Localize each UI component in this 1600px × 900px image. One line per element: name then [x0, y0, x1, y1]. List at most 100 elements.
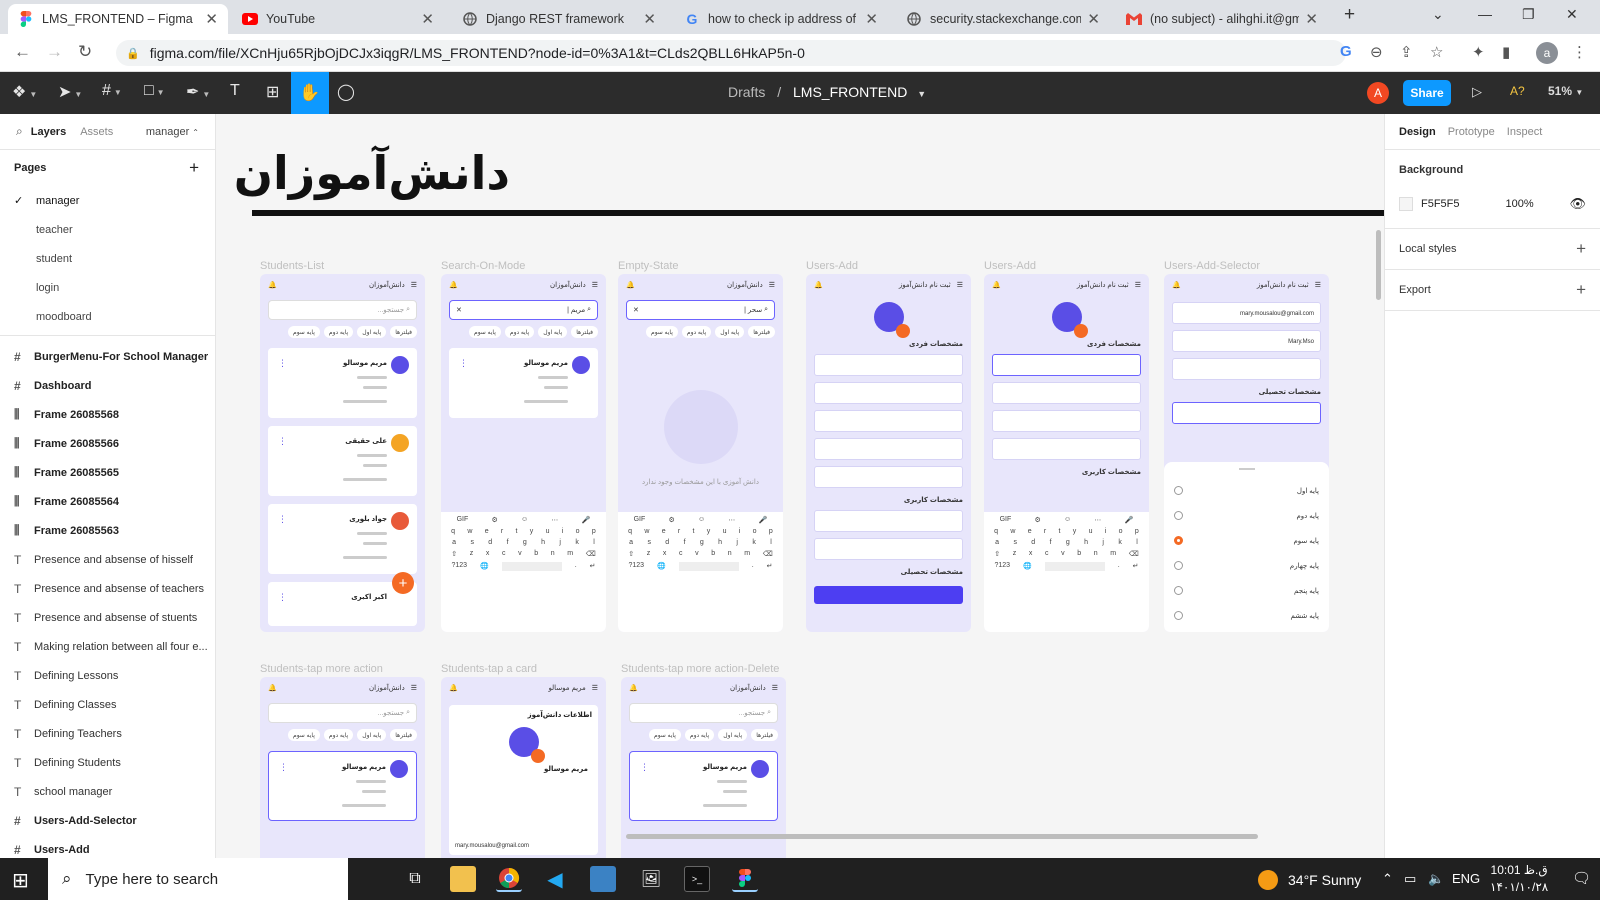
close-tab-icon[interactable]: ✕: [643, 10, 656, 28]
layer-item[interactable]: T Defining Lessons: [0, 661, 215, 690]
terminal-icon[interactable]: >_: [684, 866, 710, 892]
vertical-scrollbar[interactable]: [1376, 230, 1381, 300]
file-explorer-icon[interactable]: [450, 866, 476, 892]
weather-widget[interactable]: 34°F Sunny: [1258, 870, 1361, 890]
horizontal-scrollbar[interactable]: [626, 834, 1258, 839]
frame-label[interactable]: Students-tap more action: [260, 663, 383, 675]
hand-tool-icon[interactable]: ✋: [291, 72, 329, 114]
color-swatch[interactable]: [1399, 197, 1413, 211]
tab-google-search[interactable]: G how to check ip address of w ✕: [674, 4, 888, 34]
frame-label[interactable]: Students-List: [260, 260, 324, 272]
tab-inspect[interactable]: Inspect: [1507, 126, 1542, 138]
notifications-icon[interactable]: 🗨: [1572, 869, 1591, 887]
volume-icon[interactable]: 🔈: [1428, 871, 1444, 887]
new-tab-button[interactable]: +: [1344, 4, 1355, 26]
frame-students-list[interactable]: ☰ دانش‌آموزان 🔔 ⌕ جستجو... فیلترها پایه او…: [260, 274, 425, 632]
layer-item[interactable]: T Making relation between all four e...: [0, 632, 215, 661]
add-export-icon[interactable]: +: [1576, 280, 1586, 300]
side-panel-icon[interactable]: ▮: [1502, 43, 1510, 61]
chevron-down-icon[interactable]: ▼: [917, 89, 926, 99]
move-tool-icon[interactable]: ➤ ▼: [58, 82, 82, 102]
page-item[interactable]: teacher: [0, 215, 215, 244]
page-item[interactable]: student: [0, 244, 215, 273]
tab-gmail[interactable]: (no subject) - alihghi.it@gma ✕: [1116, 4, 1328, 34]
close-window-icon[interactable]: ✕: [1566, 6, 1578, 23]
tab-stackexchange[interactable]: security.stackexchange.com ✕: [896, 4, 1110, 34]
missing-fonts-icon[interactable]: A?: [1510, 84, 1525, 98]
layer-item[interactable]: T Presence and absense of stuents: [0, 603, 215, 632]
profile-avatar[interactable]: a: [1536, 42, 1558, 64]
frame-users-add[interactable]: ☰ ثبت نام دانش‌آموز 🔔 مشخصات فردی مشخصات ک…: [806, 274, 971, 632]
url-field[interactable]: 🔒 figma.com/file/XCnHju65RjbOjDCJx3iqgR/…: [116, 40, 1346, 66]
share-page-icon[interactable]: ⇪: [1400, 43, 1413, 61]
layer-item[interactable]: T Presence and absense of hisself: [0, 545, 215, 574]
layer-item[interactable]: ⫼ Frame 26085568: [0, 400, 215, 429]
frame-label[interactable]: Users-Add: [984, 260, 1036, 272]
layer-item[interactable]: ⫼ Frame 26085565: [0, 458, 215, 487]
layer-item[interactable]: T Defining Teachers: [0, 719, 215, 748]
frame-search-on-mode[interactable]: ☰ دانش‌آموزان 🔔 ⌕ مریم | ✕ فیلترها پایه اول…: [441, 274, 606, 632]
text-tool-icon[interactable]: T: [230, 82, 240, 100]
vscode-icon[interactable]: ◀: [542, 866, 568, 892]
heading-rule[interactable]: [252, 210, 1390, 216]
frame-users-add-selector[interactable]: ☰ ثبت نام دانش‌آموز 🔔 mary.mousalou@gmail.…: [1164, 274, 1329, 632]
photos-icon[interactable]: 🖼: [638, 866, 664, 892]
layer-item[interactable]: # Users-Add: [0, 835, 215, 858]
shape-tool-icon[interactable]: □ ▼: [144, 82, 165, 100]
chrome-icon[interactable]: [496, 866, 522, 892]
search-icon[interactable]: ⌕: [16, 124, 23, 139]
layer-item[interactable]: ⫼ Frame 26085563: [0, 516, 215, 545]
page-item[interactable]: moodboard: [0, 302, 215, 331]
layer-item[interactable]: T Defining Classes: [0, 690, 215, 719]
user-avatar[interactable]: A: [1367, 82, 1389, 104]
forward-icon[interactable]: →: [46, 42, 63, 62]
pen-tool-icon[interactable]: ✒ ▼: [186, 82, 210, 102]
tab-prototype[interactable]: Prototype: [1448, 126, 1495, 138]
extensions-icon[interactable]: ✦: [1472, 43, 1485, 61]
google-translate-icon[interactable]: G: [1340, 43, 1352, 60]
page-selector[interactable]: manager ⌃: [146, 126, 199, 138]
clock[interactable]: 10:01 ق.ظ ۱۴۰۱/۱۰/۲۸: [1490, 862, 1548, 896]
tab-search-icon[interactable]: ⌄: [1432, 6, 1444, 23]
network-icon[interactable]: ▭: [1404, 871, 1416, 887]
layer-item[interactable]: ⫼ Frame 26085566: [0, 429, 215, 458]
zoom-icon[interactable]: ⊖: [1370, 43, 1383, 61]
share-button[interactable]: Share: [1403, 80, 1451, 106]
figma-canvas[interactable]: دانش‌آموزان Students-List Search-On-Mode…: [216, 114, 1390, 858]
frame-tool-icon[interactable]: # ▼: [102, 82, 122, 100]
close-tab-icon[interactable]: ✕: [421, 10, 434, 28]
page-item[interactable]: ✓ manager: [0, 186, 215, 215]
back-icon[interactable]: ←: [14, 42, 31, 62]
layer-item[interactable]: # BurgerMenu-For School Manager: [0, 342, 215, 371]
restore-icon[interactable]: ❐: [1522, 6, 1535, 23]
close-tab-icon[interactable]: ✕: [1305, 10, 1318, 28]
layer-item[interactable]: # Dashboard: [0, 371, 215, 400]
close-tab-icon[interactable]: ✕: [205, 10, 218, 28]
app-window-icon[interactable]: [590, 866, 616, 892]
tab-assets[interactable]: Assets: [80, 126, 113, 138]
add-page-icon[interactable]: +: [189, 158, 199, 178]
layer-item[interactable]: T Defining Students: [0, 748, 215, 777]
page-heading[interactable]: دانش‌آموزان: [234, 146, 510, 200]
present-play-icon[interactable]: ▷: [1472, 84, 1482, 100]
frame-label[interactable]: Users-Add-Selector: [1164, 260, 1260, 272]
layer-item[interactable]: Tschool manager: [0, 777, 215, 806]
frame-label[interactable]: Students-tap a card: [441, 663, 537, 675]
task-view-icon[interactable]: ⧉: [402, 866, 428, 892]
reload-icon[interactable]: ↻: [78, 42, 92, 62]
background-opacity[interactable]: 100%: [1506, 198, 1534, 210]
frame-label[interactable]: Search-On-Mode: [441, 260, 525, 272]
frame-label[interactable]: Users-Add: [806, 260, 858, 272]
breadcrumb-parent[interactable]: Drafts: [728, 84, 765, 100]
file-name[interactable]: LMS_FRONTEND: [793, 84, 907, 100]
tab-figma[interactable]: LMS_FRONTEND – Figma ✕: [8, 4, 228, 34]
comment-tool-icon[interactable]: ◯: [337, 82, 355, 102]
figma-app-icon[interactable]: [732, 866, 758, 892]
frame-label[interactable]: Students-tap more action-Delete: [621, 663, 779, 675]
tab-youtube[interactable]: YouTube ✕: [232, 4, 444, 34]
layer-item[interactable]: # Users-Add-Selector: [0, 806, 215, 835]
add-style-icon[interactable]: +: [1576, 239, 1586, 259]
frame-students-tap-more-action-delete[interactable]: ☰ دانش‌آموزان 🔔 ⌕ جستجو... فیلترها پایه او…: [621, 677, 786, 858]
frame-empty-state[interactable]: ☰ دانش‌آموزان 🔔 ⌕ سحر | ✕ فیلترها پایه اول …: [618, 274, 783, 632]
page-item[interactable]: login: [0, 273, 215, 302]
